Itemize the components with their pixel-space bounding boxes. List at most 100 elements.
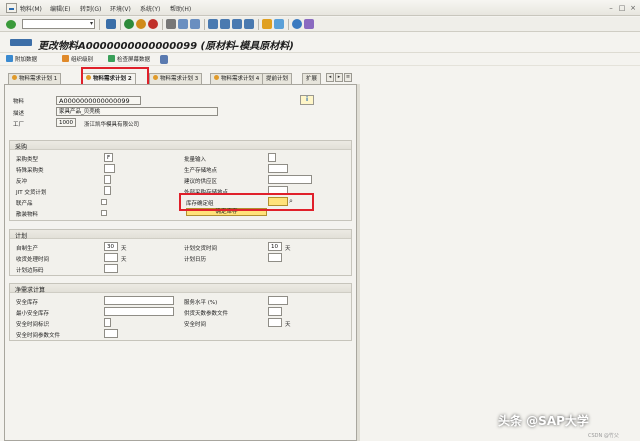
coproduct-label: 联产品 — [16, 201, 33, 207]
inhouse-label: 自制生产 — [16, 246, 39, 252]
menu-edit[interactable]: 编辑(E) — [50, 4, 70, 13]
tab-scroll-left-icon[interactable]: ◂ — [326, 73, 334, 82]
material-field[interactable]: A0000000000000099 — [56, 96, 141, 105]
min-safety-label: 最小安全库存 — [16, 311, 50, 317]
watermark-sub: CSDN @竹父 — [588, 433, 619, 439]
title-icon — [10, 39, 32, 46]
gr-time-label: 收货处理时间 — [16, 257, 50, 263]
gr-time-unit: 天 — [121, 257, 127, 263]
planned-del-field[interactable]: 10 — [268, 242, 282, 251]
coverage-field[interactable] — [268, 307, 282, 316]
lock-icon[interactable] — [160, 55, 168, 64]
tab-mrp3[interactable]: 物料需求计划 3 — [149, 73, 203, 84]
safety-time-ind-field[interactable] — [104, 318, 111, 327]
close-icon[interactable]: × — [628, 4, 638, 13]
tab-mrp1[interactable]: 物料需求计划 1 — [8, 73, 62, 84]
bulk-checkbox[interactable] — [101, 210, 107, 216]
menu-material[interactable]: 物料(M) — [20, 4, 42, 13]
menu-environment[interactable]: 环境(V) — [110, 4, 131, 13]
layout-icon[interactable] — [304, 19, 314, 29]
coproduct-checkbox[interactable] — [101, 199, 107, 205]
tab-extension[interactable]: 扩展 — [302, 73, 322, 84]
backflush-field[interactable] — [104, 175, 111, 184]
last-page-icon[interactable] — [244, 19, 254, 29]
tab-scroll-right-icon[interactable]: ▸ — [335, 73, 343, 82]
safety-time-ind-label: 安全时间标识 — [16, 322, 50, 328]
highlight-stock-frame — [179, 193, 314, 211]
planned-del-label: 计划交货时间 — [184, 246, 218, 252]
special-proc-field[interactable] — [104, 164, 115, 173]
maximize-icon[interactable]: □ — [617, 4, 627, 13]
command-field[interactable] — [22, 19, 95, 29]
planned-del-unit: 天 — [285, 246, 291, 252]
jit-label: JIT 交货计划 — [16, 190, 47, 196]
info-icon[interactable]: i — [300, 95, 314, 105]
check-icon — [108, 55, 115, 62]
margin-key-field[interactable] — [104, 264, 118, 273]
inhouse-unit: 天 — [121, 246, 127, 252]
next-page-icon[interactable] — [232, 19, 242, 29]
prod-stor-field[interactable] — [268, 164, 288, 173]
help-icon[interactable] — [292, 19, 302, 29]
tab-strip: 物料需求计划 1 物料需求计划 2 物料需求计划 3 物料需求计划 4 提前计划… — [4, 73, 354, 85]
safety-time-label: 安全时间 — [184, 322, 207, 328]
batch-entry-field[interactable] — [268, 153, 276, 162]
plant-field[interactable]: 1000 — [56, 118, 76, 127]
safety-stock-label: 安全库存 — [16, 300, 39, 306]
batch-entry-label: 批量输入 — [184, 157, 207, 163]
jit-field[interactable] — [104, 186, 111, 195]
supply-area-field[interactable] — [268, 175, 312, 184]
tab-status-icon — [12, 75, 17, 80]
save-icon[interactable] — [106, 19, 116, 29]
procurement-title: 采购 — [15, 144, 28, 151]
prev-page-icon[interactable] — [220, 19, 230, 29]
min-safety-field[interactable] — [104, 307, 174, 316]
title-bar: 更改物料A0000000000000099 (原材料-模具原材料) — [0, 33, 640, 53]
service-level-field[interactable] — [268, 296, 288, 305]
menu-system[interactable]: 系统(Y) — [140, 4, 160, 13]
print-icon[interactable] — [166, 19, 176, 29]
calendar-field[interactable] — [268, 253, 282, 262]
safety-time-field[interactable] — [268, 318, 282, 327]
coverage-label: 供货天数参数文件 — [184, 311, 229, 317]
description-field[interactable]: 家具产品_贝壳桃 — [56, 107, 218, 116]
gr-time-field[interactable] — [104, 253, 118, 262]
check-screen-button[interactable]: 检查屏幕数据 — [108, 55, 150, 64]
tab-mrp4[interactable]: 物料需求计划 4 — [210, 73, 264, 84]
shortcut-icon[interactable] — [274, 19, 284, 29]
chevron-down-icon[interactable]: ▾ — [88, 19, 95, 29]
menu-help[interactable]: 帮助(H) — [170, 4, 191, 13]
bulk-label: 散装物料 — [16, 212, 39, 218]
enter-icon[interactable] — [6, 20, 16, 29]
tab-content: 物料 A0000000000000099 描述 家具产品_贝壳桃 工厂 1000… — [4, 84, 357, 441]
net-req-title: 净需求计算 — [15, 287, 46, 294]
org-levels-button[interactable]: 组织级别 — [62, 55, 93, 64]
sap-menu-icon[interactable] — [6, 3, 17, 13]
vertical-scrollbar[interactable] — [357, 84, 360, 441]
prod-stor-label: 生产存储地点 — [184, 168, 218, 174]
exit-icon[interactable] — [136, 19, 146, 29]
backflush-label: 反冲 — [16, 179, 28, 185]
tab-status-icon — [153, 75, 158, 80]
additional-data-button[interactable]: 附加数据 — [6, 55, 37, 64]
watermark-main: 头条 @SAP大学 — [498, 414, 589, 428]
tab-list-icon[interactable]: ≡ — [344, 73, 352, 82]
scheduling-group: 计划 自制生产 30 天 收货处理时间 天 计划边际码 计划交货时间 10 天 … — [9, 229, 352, 276]
proc-type-field[interactable]: F — [104, 153, 113, 162]
safety-period-field[interactable] — [104, 329, 118, 338]
minimize-icon[interactable]: – — [606, 4, 616, 13]
tab-forecast[interactable]: 提前计划 — [262, 73, 293, 84]
inhouse-field[interactable]: 30 — [104, 242, 118, 251]
cancel-icon[interactable] — [148, 19, 158, 29]
find-next-icon[interactable] — [190, 19, 200, 29]
new-session-icon[interactable] — [262, 19, 272, 29]
safety-time-unit: 天 — [285, 322, 291, 328]
first-page-icon[interactable] — [208, 19, 218, 29]
find-icon[interactable] — [178, 19, 188, 29]
safety-stock-field[interactable] — [104, 296, 174, 305]
menu-goto[interactable]: 转到(G) — [80, 4, 101, 13]
application-toolbar: 附加数据 组织级别 检查屏幕数据 — [0, 53, 640, 66]
description-label: 描述 — [13, 111, 25, 117]
net-req-group: 净需求计算 安全库存 最小安全库存 安全时间标识 安全时间参数文件 服务水平 (… — [9, 283, 352, 341]
back-icon[interactable] — [124, 19, 134, 29]
